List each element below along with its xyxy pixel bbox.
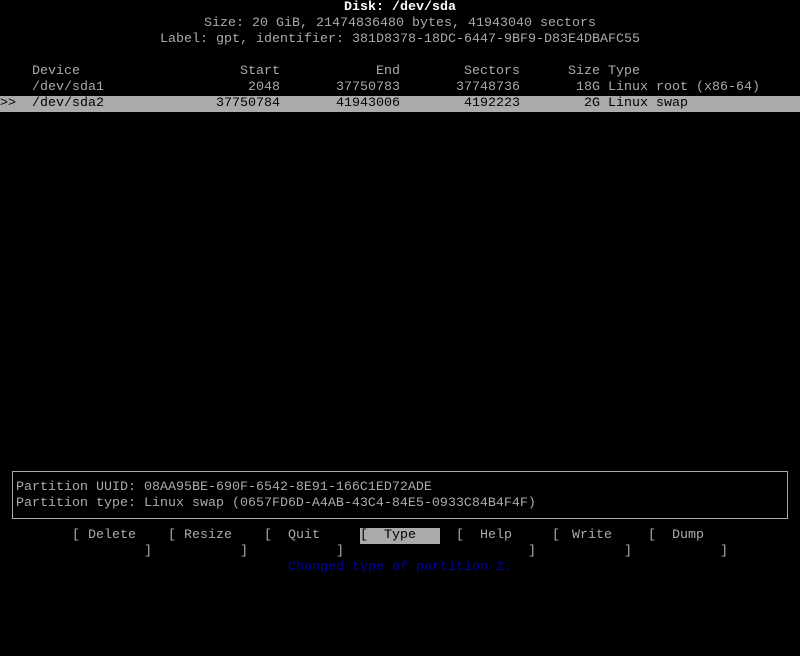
row-end: 41943006	[336, 96, 400, 111]
row-type: Linux swap	[608, 96, 688, 111]
menu-bar: [Delete] [Resize] [Quit] [Type] [Help] […	[0, 528, 800, 559]
col-end: End	[376, 64, 400, 79]
quit-button[interactable]: [Quit]	[264, 528, 344, 559]
resize-button[interactable]: [Resize]	[168, 528, 248, 559]
col-device: Device	[32, 64, 80, 79]
disk-title: Disk: /dev/sda	[344, 0, 456, 15]
row-end: 37750783	[336, 80, 400, 95]
col-start: Start	[240, 64, 280, 79]
row-device: /dev/sda1	[32, 80, 104, 95]
table-header: Device Start End Sectors Size Type	[0, 64, 800, 80]
col-sectors: Sectors	[464, 64, 520, 79]
col-size: Size	[568, 64, 600, 79]
row-start: 2048	[248, 80, 280, 95]
disk-size: Size: 20 GiB, 21474836480 bytes, 4194304…	[204, 16, 596, 31]
row-type: Linux root (x86-64)	[608, 80, 760, 95]
row-sectors: 37748736	[456, 80, 520, 95]
disk-label: Label: gpt, identifier: 381D8378-18DC-64…	[160, 32, 640, 47]
delete-button[interactable]: [Delete]	[72, 528, 152, 559]
col-type: Type	[608, 64, 640, 79]
partition-info-box: Partition UUID: 08AA95BE-690F-6542-8E91-…	[12, 471, 788, 519]
row-start: 37750784	[216, 96, 280, 111]
dump-button[interactable]: [Dump]	[648, 528, 728, 559]
write-button[interactable]: [Write]	[552, 528, 632, 559]
help-button[interactable]: [Help]	[456, 528, 536, 559]
row-device: /dev/sda2	[32, 96, 104, 111]
table-row-selected[interactable]: >> /dev/sda2 37750784 41943006 4192223 2…	[0, 96, 800, 112]
type-button[interactable]: [Type]	[360, 528, 440, 559]
partition-type: Partition type: Linux swap (0657FD6D-A4A…	[16, 496, 536, 511]
selection-marker: >>	[0, 96, 16, 111]
row-sectors: 4192223	[464, 96, 520, 111]
table-row[interactable]: /dev/sda1 2048 37750783 37748736 18G Lin…	[0, 80, 800, 96]
status-message: Changed type of partition 2.	[288, 560, 512, 575]
row-size: 18G	[576, 80, 600, 95]
row-size: 2G	[584, 96, 600, 111]
partition-uuid: Partition UUID: 08AA95BE-690F-6542-8E91-…	[16, 480, 432, 495]
